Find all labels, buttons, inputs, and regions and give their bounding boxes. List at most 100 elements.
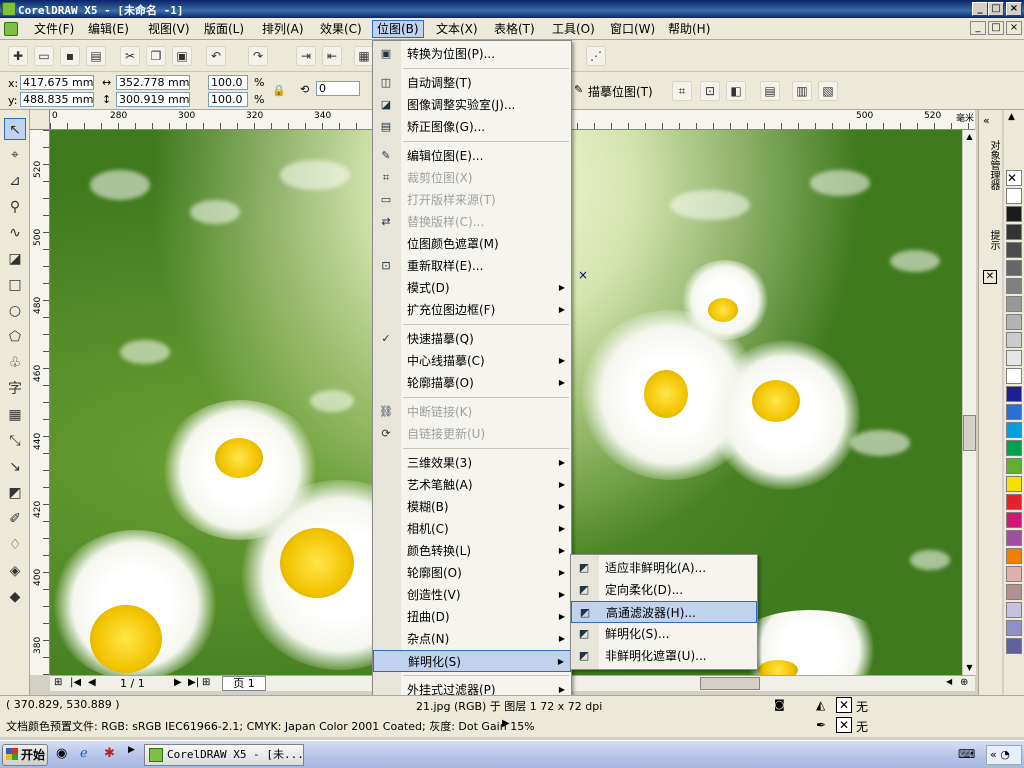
new-document-icon[interactable]: ✚: [8, 46, 28, 66]
palette-swatch[interactable]: [1006, 476, 1022, 492]
tray-area[interactable]: « ◔: [986, 745, 1022, 765]
bitmap-menu-item[interactable]: ▤ 矫正图像(G)...: [373, 116, 571, 138]
menu-11[interactable]: 帮助(H): [664, 21, 714, 37]
first-page-icon[interactable]: |◀: [70, 677, 81, 688]
taskbar-coreldraw-button[interactable]: CorelDRAW X5 - [未...: [144, 744, 304, 766]
palette-swatch[interactable]: [1006, 386, 1022, 402]
palette-swatch[interactable]: [1006, 314, 1022, 330]
bitmap-menu-item[interactable]: ✎ 编辑位图(E)...: [373, 145, 571, 167]
bitmap-menu-item[interactable]: 模式(D) ▶: [373, 277, 571, 299]
resample-icon[interactable]: ⊡: [700, 81, 720, 101]
last-page-icon[interactable]: ▶|: [188, 677, 199, 688]
palette-swatch[interactable]: [1006, 440, 1022, 456]
app-quicklaunch-icon[interactable]: ✱: [104, 746, 115, 761]
bitmap-menu-item[interactable]: 杂点(N) ▶: [373, 628, 571, 650]
menu-0[interactable]: 文件(F): [30, 21, 78, 37]
lock-ratio-icon[interactable]: 🔒: [272, 84, 286, 97]
chrome-quicklaunch-icon[interactable]: ◉: [56, 746, 67, 761]
bitmap-menu-item[interactable]: 创造性(V) ▶: [373, 584, 571, 606]
to-front-icon[interactable]: ▥: [792, 81, 812, 101]
copy-icon[interactable]: ❐: [146, 46, 166, 66]
object-manager-tab[interactable]: 对象管理器: [983, 140, 999, 190]
crop-tool-icon[interactable]: ⊿: [4, 170, 26, 192]
palette-swatch[interactable]: [1006, 638, 1022, 654]
undo-icon[interactable]: ↶: [206, 46, 226, 66]
polygon-tool-icon[interactable]: ⬠: [4, 326, 26, 348]
bitmap-menu-item[interactable]: 轮廓描摹(O) ▶: [373, 372, 571, 394]
palette-swatch[interactable]: [1006, 260, 1022, 276]
pick-tool-icon[interactable]: ↖: [4, 118, 26, 140]
bitmap-menu-item[interactable]: ▣ 转换为位图(P)...: [373, 43, 571, 65]
import-icon[interactable]: ⇥: [296, 46, 316, 66]
no-color-swatch[interactable]: ✕: [1006, 170, 1022, 186]
menu-7[interactable]: 文本(X): [432, 21, 482, 37]
shape-tool-icon[interactable]: ⌖: [4, 144, 26, 166]
horizontal-scroll-thumb[interactable]: [700, 677, 760, 690]
menu-10[interactable]: 窗口(W): [606, 21, 659, 37]
bitmap-menu-item[interactable]: 扩充位图边框(F) ▶: [373, 299, 571, 321]
menu-9[interactable]: 工具(O): [548, 21, 599, 37]
menu-3[interactable]: 版面(L): [200, 21, 248, 37]
bitmap-menu-item[interactable]: ◫ 自动调整(T): [373, 72, 571, 94]
menu-4[interactable]: 排列(A): [258, 21, 308, 37]
menu-1[interactable]: 编辑(E): [84, 21, 133, 37]
maximize-button[interactable]: □: [988, 2, 1004, 16]
scroll-down-icon[interactable]: ▼: [963, 661, 976, 675]
add-page-icon[interactable]: ⊞: [54, 677, 62, 688]
open-icon[interactable]: ▭: [34, 46, 54, 66]
menu-2[interactable]: 视图(V): [144, 21, 194, 37]
palette-swatch[interactable]: [1006, 512, 1022, 528]
cut-icon[interactable]: ✂: [120, 46, 140, 66]
zoom-navigator-icon[interactable]: ⊕: [960, 677, 968, 688]
prev-page-icon[interactable]: ◀: [88, 677, 96, 688]
palette-swatch[interactable]: [1006, 188, 1022, 204]
palette-swatch[interactable]: [1006, 458, 1022, 474]
doc-restore-button[interactable]: □: [988, 21, 1004, 35]
palette-swatch[interactable]: [1006, 242, 1022, 258]
trace-bitmap-button[interactable]: 描摹位图(T): [588, 83, 653, 100]
ie-quicklaunch-icon[interactable]: ℯ: [80, 746, 88, 761]
palette-swatch[interactable]: [1006, 422, 1022, 438]
blend-tool-icon[interactable]: ◩: [4, 482, 26, 504]
docker-close-icon[interactable]: ✕: [983, 270, 997, 284]
palette-swatch[interactable]: [1006, 278, 1022, 294]
palette-swatch[interactable]: [1006, 548, 1022, 564]
doc-minimize-button[interactable]: _: [970, 21, 986, 35]
hints-tab[interactable]: 提示: [983, 230, 999, 250]
text-tool-icon[interactable]: 字: [4, 378, 26, 400]
palette-swatch[interactable]: [1006, 584, 1022, 600]
palette-swatch[interactable]: [1006, 224, 1022, 240]
scroll-left-icon[interactable]: ◀: [946, 677, 952, 686]
menu-5[interactable]: 效果(C): [316, 21, 366, 37]
bitmap-menu-item[interactable]: ⊡ 重新取样(E)...: [373, 255, 571, 277]
minimize-button[interactable]: _: [972, 2, 988, 16]
outline-tool-icon[interactable]: ♢: [4, 534, 26, 556]
crop-bitmap-icon[interactable]: ⌗: [672, 81, 692, 101]
scale-y-input[interactable]: 100.0: [208, 92, 248, 107]
rotation-angle-input[interactable]: 0: [316, 81, 360, 96]
profile-arrow-icon[interactable]: ▶: [502, 718, 510, 729]
bitmap-menu-item[interactable]: ✓ 快速描摹(Q): [373, 328, 571, 350]
outline-none-swatch[interactable]: ✕: [836, 717, 852, 733]
bitmap-menu-item[interactable]: 模糊(B) ▶: [373, 496, 571, 518]
palette-swatch[interactable]: [1006, 530, 1022, 546]
bitmap-menu-item[interactable]: 颜色转换(L) ▶: [373, 540, 571, 562]
palette-swatch[interactable]: [1006, 296, 1022, 312]
palette-swatch[interactable]: [1006, 206, 1022, 222]
dimension-tool-icon[interactable]: ⤡: [4, 430, 26, 452]
sharpen-submenu-item[interactable]: ◩ 高通滤波器(H)...: [571, 601, 757, 623]
fill-tool-icon[interactable]: ◈: [4, 560, 26, 582]
freehand-tool-icon[interactable]: ∿: [4, 222, 26, 244]
palette-swatch[interactable]: [1006, 602, 1022, 618]
bitmap-menu-item[interactable]: 相机(C) ▶: [373, 518, 571, 540]
fill-none-swatch[interactable]: ✕: [836, 697, 852, 713]
smart-fill-icon[interactable]: ◪: [4, 248, 26, 270]
color-profile-info[interactable]: 文档颜色预置文件: RGB: sRGB IEC61966-2.1; CMYK: …: [6, 718, 535, 734]
height-input[interactable]: 300.919 mm: [116, 92, 190, 107]
zoom-tool-icon[interactable]: ⚲: [4, 196, 26, 218]
bitmap-menu-item[interactable]: 中心线描摹(C) ▶: [373, 350, 571, 372]
palette-swatch[interactable]: [1006, 368, 1022, 384]
wrap-text-icon[interactable]: ▤: [760, 81, 780, 101]
bitmap-menu-item[interactable]: 三维效果(3) ▶: [373, 452, 571, 474]
x-position-input[interactable]: 417.675 mm: [20, 75, 94, 90]
